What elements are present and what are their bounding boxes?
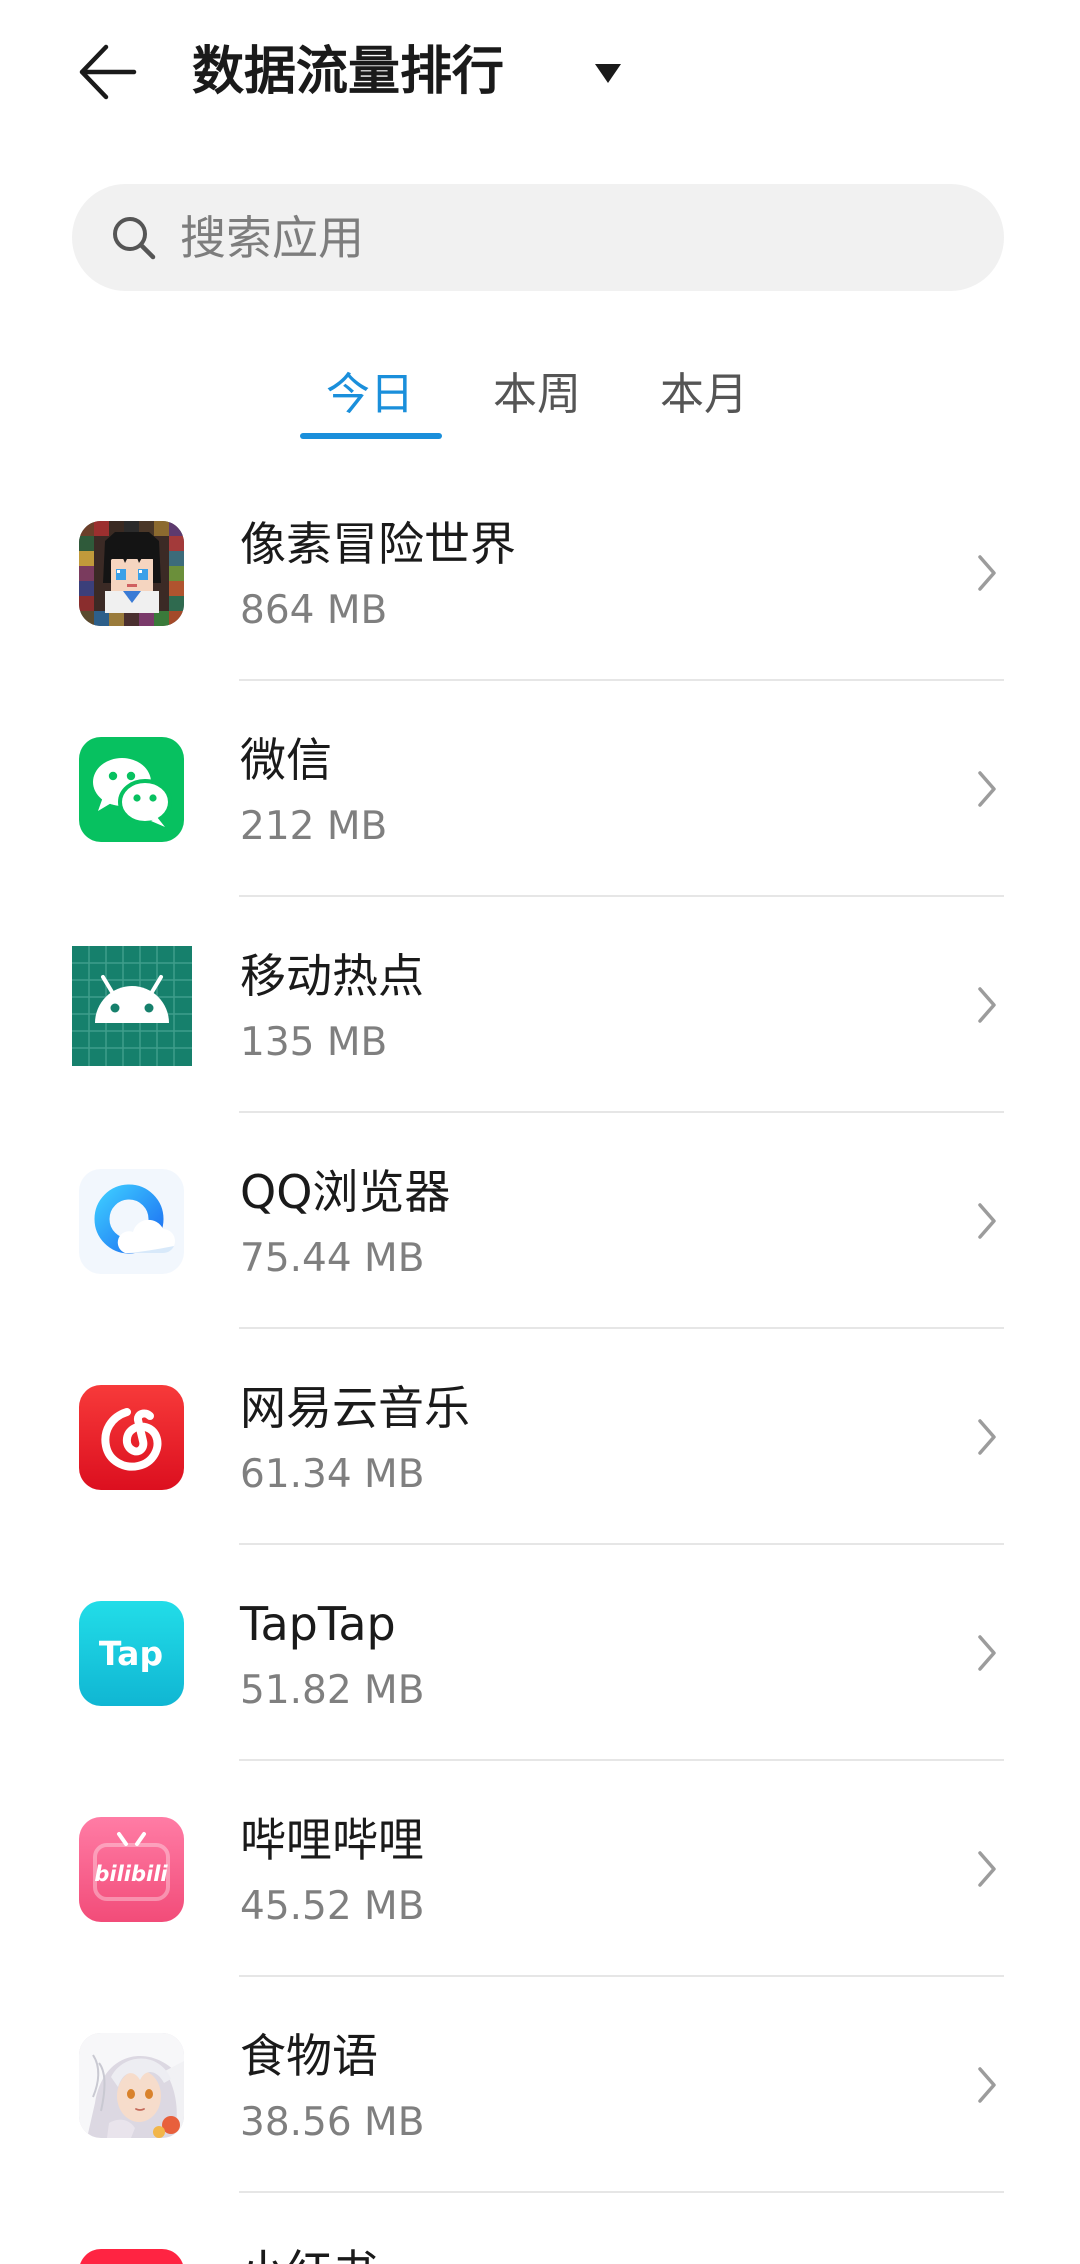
back-arrow-icon <box>79 44 137 100</box>
app-bar: 数据流量排行 <box>0 0 1080 144</box>
app-data-usage: 75.44 MB <box>240 1236 425 1281</box>
app-data-usage: 212 MB <box>240 804 388 849</box>
data-usage-ranking-screen: 数据流量排行 今日 本周 本月 <box>0 0 1080 2264</box>
app-row-bilibili[interactable]: bilibili 哔哩哔哩 45.52 MB <box>0 1761 1080 1977</box>
chevron-right-icon <box>978 2067 996 2103</box>
app-row-pixel-adventure-world[interactable]: 像素冒险世界 864 MB <box>0 465 1080 681</box>
bilibili-icon: bilibili <box>79 1817 184 1922</box>
app-name: 微信 <box>240 733 332 787</box>
tab-today[interactable]: 今日 <box>290 355 450 435</box>
pixel-adventure-world-icon <box>79 521 184 626</box>
app-row-shiwuyu[interactable]: 食物语 38.56 MB <box>0 1977 1080 2193</box>
page-title: 数据流量排行 <box>192 42 505 102</box>
app-row-mobile-hotspot[interactable]: 移动热点 135 MB <box>0 897 1080 1113</box>
app-name: 食物语 <box>240 2029 378 2083</box>
xiaohongshu-icon <box>79 2249 184 2264</box>
app-name: 小红书 <box>240 2244 378 2264</box>
app-name: 网易云音乐 <box>240 1381 470 1435</box>
chevron-right-icon <box>978 1419 996 1455</box>
app-name: TapTap <box>240 1597 396 1651</box>
app-row-wechat[interactable]: 微信 212 MB <box>0 681 1080 897</box>
svg-text:bilibili: bilibili <box>94 1862 168 1886</box>
app-data-usage: 135 MB <box>240 1020 388 1065</box>
app-name: QQ浏览器 <box>240 1165 451 1219</box>
period-tabs: 今日 本周 本月 <box>0 355 1080 445</box>
app-row-taptap[interactable]: Tap TapTap 51.82 MB <box>0 1545 1080 1761</box>
tab-this-week[interactable]: 本周 <box>457 355 617 435</box>
app-data-usage: 61.34 MB <box>240 1452 425 1497</box>
app-data-usage: 45.52 MB <box>240 1884 425 1929</box>
wechat-icon <box>79 737 184 842</box>
app-name: 哔哩哔哩 <box>240 1813 424 1867</box>
chevron-right-icon <box>978 1851 996 1887</box>
search-icon <box>113 217 156 260</box>
back-button[interactable] <box>74 42 138 102</box>
title-dropdown[interactable]: 数据流量排行 <box>192 38 632 108</box>
app-name: 移动热点 <box>240 949 424 1003</box>
app-data-usage: 51.82 MB <box>240 1668 425 1713</box>
netease-cloud-music-icon <box>79 1385 184 1490</box>
app-row-qq-browser[interactable]: QQ浏览器 75.44 MB <box>0 1113 1080 1329</box>
tab-this-month[interactable]: 本月 <box>624 355 784 435</box>
app-name: 像素冒险世界 <box>240 517 516 571</box>
search-bar[interactable] <box>72 184 1004 291</box>
chevron-right-icon <box>978 987 996 1023</box>
app-row-netease-cloud-music[interactable]: 网易云音乐 61.34 MB <box>0 1329 1080 1545</box>
chevron-right-icon <box>978 555 996 591</box>
app-row-xiaohongshu[interactable]: 小红书 <box>0 2193 1080 2264</box>
chevron-right-icon <box>978 1635 996 1671</box>
dropdown-triangle-icon <box>595 64 621 83</box>
chevron-right-icon <box>978 1203 996 1239</box>
app-data-usage: 38.56 MB <box>240 2100 425 2145</box>
svg-text:Tap: Tap <box>99 1634 163 1673</box>
chevron-right-icon <box>978 771 996 807</box>
active-tab-indicator <box>300 433 442 439</box>
app-data-usage: 864 MB <box>240 588 388 633</box>
app-usage-list: 像素冒险世界 864 MB 微信 212 MB 移动热点 135 MB QQ浏览… <box>0 465 1080 2264</box>
android-hotspot-icon <box>72 946 192 1066</box>
qq-browser-icon <box>79 1169 184 1274</box>
search-input[interactable] <box>180 184 960 291</box>
taptap-icon: Tap <box>79 1601 184 1706</box>
shiwuyu-icon <box>79 2033 184 2138</box>
